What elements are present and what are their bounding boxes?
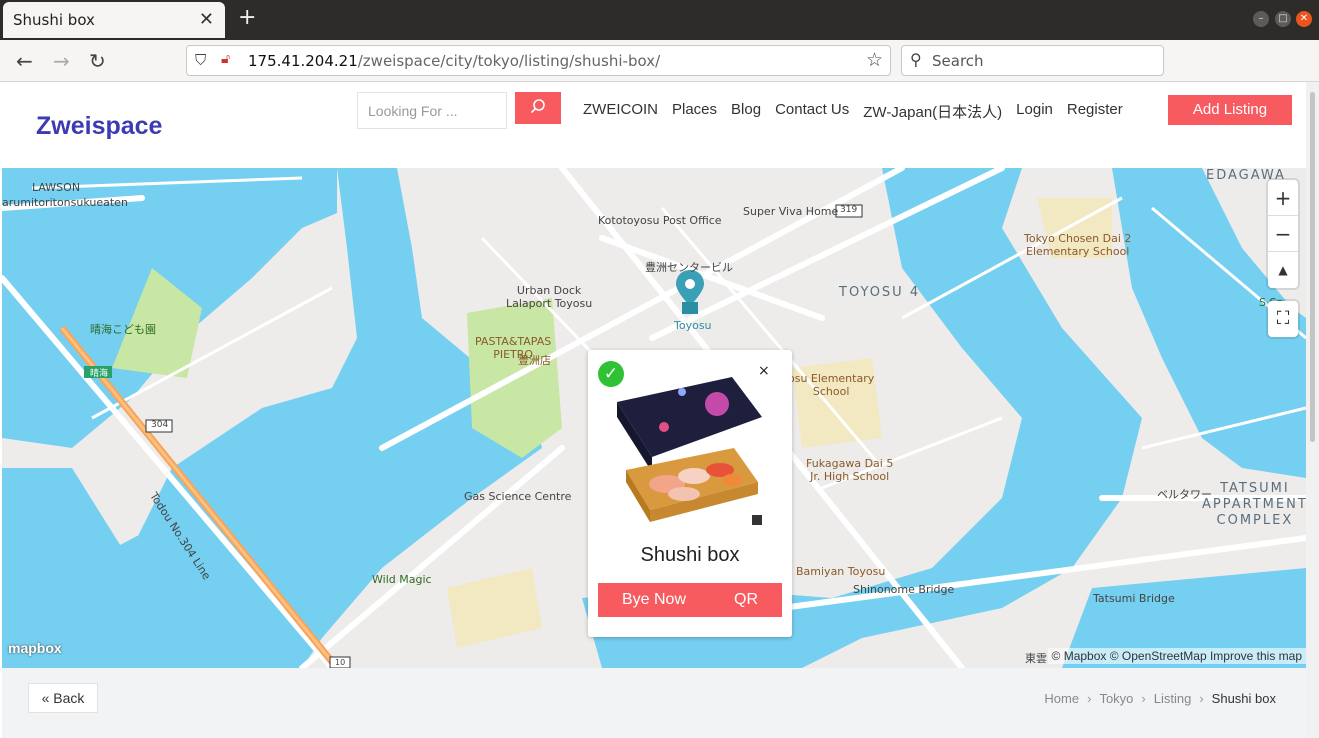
sushi-box-image — [617, 377, 762, 525]
back-label: Back — [53, 690, 85, 706]
forward-arrow-icon[interactable]: → — [53, 49, 70, 73]
map-label-chosen-school: Tokyo Chosen Dai 2 Elementary School — [1024, 232, 1132, 258]
map-label-wild-magic: Wild Magic — [372, 573, 432, 586]
browser-tab-bar: Shushi box ✕ + – □ ✕ — [0, 0, 1319, 40]
mapbox-logo[interactable]: mapbox — [8, 640, 62, 656]
chevron-right-icon: › — [1141, 691, 1146, 706]
map-label-lawson: LAWSON — [32, 181, 81, 194]
popup-title: Shushi box — [640, 544, 740, 566]
browser-search-placeholder: Search — [932, 52, 984, 70]
breadcrumb-bar: « Back Home › Tokyo › Listing › Shushi box — [2, 668, 1306, 738]
map-label-route-10: 10 — [335, 658, 346, 667]
browser-toolbar: ← → ↻ ⛉ 🔓︎ 175.41.204.21/zweispace/city/… — [0, 40, 1319, 82]
zoom-in-button[interactable]: + — [1268, 180, 1298, 216]
looking-for-input[interactable] — [357, 92, 507, 129]
chevron-right-icon: › — [1199, 691, 1204, 706]
nav-zweicoin[interactable]: ZWEICOIN — [583, 101, 658, 122]
address-bar[interactable]: ⛉ 🔓︎ 175.41.204.21/zweispace/city/tokyo/… — [186, 45, 891, 76]
nav-zw-japan[interactable]: ZW-Japan(日本法人) — [863, 101, 1002, 122]
map-label-harumi-park: 晴海こども園 — [90, 323, 156, 336]
nav-blog[interactable]: Blog — [731, 101, 761, 122]
main-nav: ZWEICOIN Places Blog Contact Us ZW-Japan… — [583, 101, 1123, 122]
site-logo[interactable]: Zweispace — [36, 112, 162, 141]
nav-places[interactable]: Places — [672, 101, 717, 122]
tab-close-icon[interactable]: ✕ — [199, 9, 214, 30]
compass-button[interactable]: ▲ — [1268, 252, 1298, 288]
back-button[interactable]: « Back — [28, 683, 98, 713]
map-label-super-viva: Super Viva Home — [743, 205, 839, 218]
chevron-left-icon: « — [41, 690, 50, 706]
back-arrow-icon[interactable]: ← — [16, 49, 33, 73]
map-label-gas-science: Gas Science Centre — [464, 490, 572, 503]
nav-login[interactable]: Login — [1016, 101, 1053, 122]
map-label-fukagawa: Fukagawa Dai 5 Jr. High School — [806, 457, 894, 483]
site-header: Zweispace ZWEICOIN Places Blog Contact U… — [2, 82, 1306, 168]
map-label-pasta-jp: 豊洲店 — [518, 354, 551, 367]
search-icon — [530, 98, 545, 113]
minimize-icon[interactable]: – — [1253, 11, 1269, 27]
breadcrumb-home[interactable]: Home — [1044, 691, 1079, 706]
map-label-tatsumi-bridge: Tatsumi Bridge — [1093, 592, 1175, 605]
url-text: 175.41.204.21/zweispace/city/tokyo/listi… — [248, 52, 661, 70]
tab-title: Shushi box — [13, 11, 95, 29]
browser-tab[interactable]: Shushi box ✕ — [3, 2, 225, 38]
map-label-lawson-sub: arumitoritonsukueaten — [2, 196, 128, 209]
map-label-bamiyan: Bamiyan Toyosu — [796, 565, 886, 578]
reload-icon[interactable]: ↻ — [89, 49, 106, 73]
map-zoom-control: + − ▲ — [1268, 180, 1298, 288]
insecure-lock-icon[interactable]: 🔓︎ — [221, 51, 230, 67]
map-label-shinonome: Shinonome Bridge — [853, 583, 955, 596]
nav-register[interactable]: Register — [1067, 101, 1123, 122]
new-tab-icon[interactable]: + — [238, 5, 256, 30]
breadcrumb: Home › Tokyo › Listing › Shushi box — [1044, 691, 1276, 706]
scrollbar-thumb[interactable] — [1310, 92, 1315, 442]
map-label-toyosu-station: Toyosu — [674, 319, 712, 332]
map-label-route-304: 304 — [151, 420, 169, 430]
fullscreen-button[interactable]: ⛶ — [1268, 301, 1298, 337]
map-label-elementary: osu Elementary School — [788, 372, 875, 398]
map-label-tatsumi: TATSUMI APPARTMENT COMPLEX — [1202, 481, 1306, 528]
chevron-right-icon: › — [1087, 691, 1092, 706]
school-gas — [447, 568, 542, 648]
map-label-urban-dock: Urban Dock Lalaport Toyosu — [506, 284, 593, 310]
map-label-harumi-sign: 晴海 — [90, 369, 109, 379]
browser-search-box[interactable]: ⚲ Search — [901, 45, 1164, 76]
qr-button[interactable]: QR — [710, 583, 782, 617]
zoom-out-button[interactable]: − — [1268, 216, 1298, 252]
add-listing-button[interactable]: Add Listing — [1168, 95, 1292, 125]
bookmark-star-icon[interactable]: ☆ — [866, 49, 883, 71]
breadcrumb-listing[interactable]: Listing — [1154, 691, 1192, 706]
breadcrumb-current: Shushi box — [1211, 691, 1276, 706]
buy-now-button[interactable]: Bye Now — [598, 583, 710, 617]
map-label-shinonome-edge: 東雲 — [1025, 652, 1047, 665]
map-label-route-319: 319 — [840, 205, 858, 215]
breadcrumb-tokyo[interactable]: Tokyo — [1099, 691, 1133, 706]
search-icon: ⚲ — [910, 50, 922, 69]
shield-icon[interactable]: ⛉ — [195, 51, 206, 69]
map-label-post-office: Kototoyosu Post Office — [598, 214, 722, 227]
window-close-icon[interactable]: ✕ — [1296, 11, 1312, 27]
map-marker-toyosu — [676, 270, 704, 314]
map-attribution[interactable]: © Mapbox © OpenStreetMap Improve this ma… — [1047, 648, 1306, 664]
page-scrollbar[interactable] — [1306, 82, 1319, 738]
map-label-toyosu4: TOYOSU 4 — [839, 285, 921, 300]
site-search-button[interactable] — [515, 92, 561, 124]
maximize-icon[interactable]: □ — [1275, 11, 1291, 27]
listing-popup: ✓ × Shushi box Bye Now QR — [588, 350, 792, 637]
map-label-toyosu-center: 豊洲センタービル — [645, 261, 733, 274]
nav-contact-us[interactable]: Contact Us — [775, 101, 849, 122]
